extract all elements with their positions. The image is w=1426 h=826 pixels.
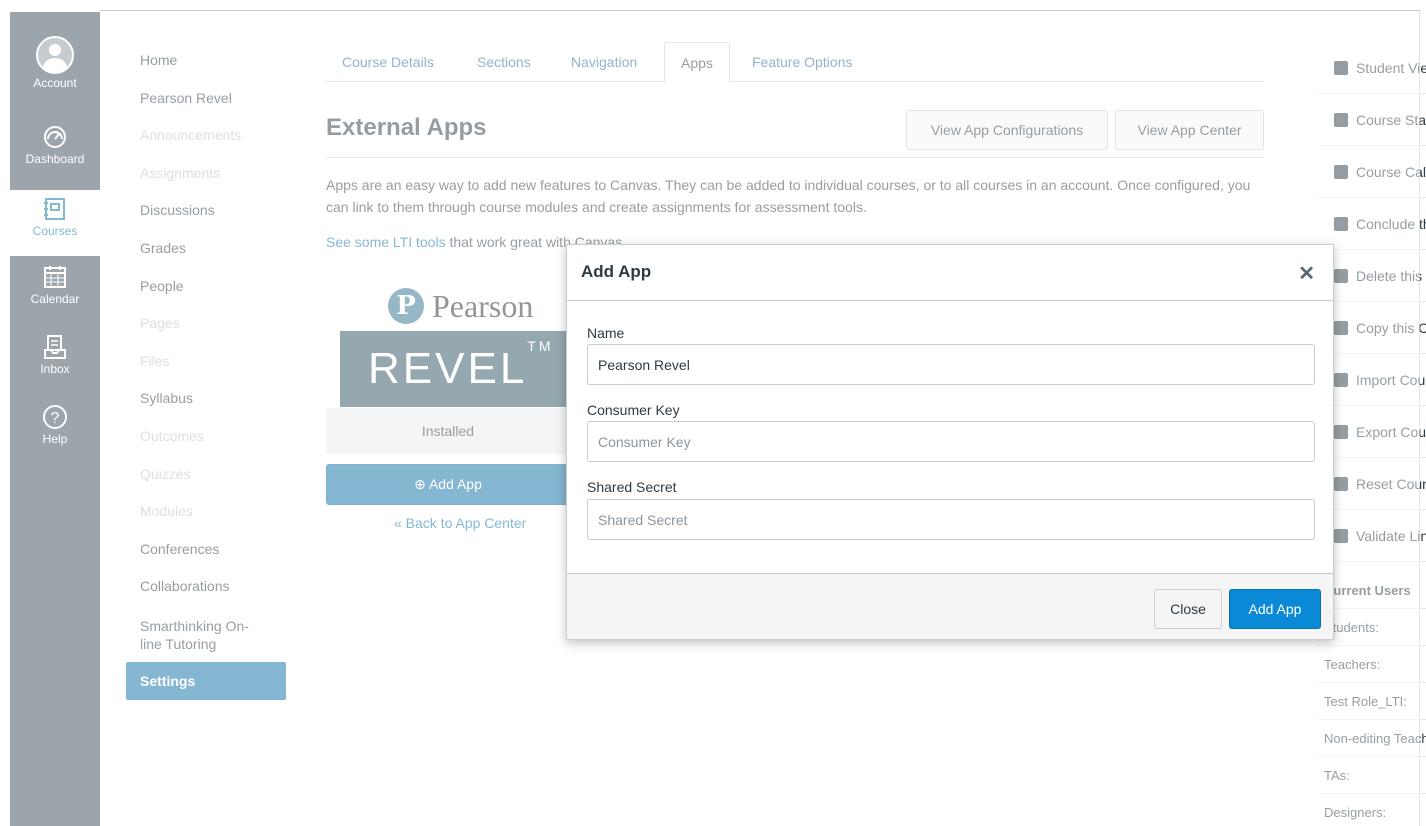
add-app-button[interactable]: Add App bbox=[1229, 589, 1321, 629]
shared-secret-label: Shared Secret bbox=[587, 479, 677, 495]
close-button[interactable]: Close bbox=[1154, 589, 1222, 629]
consumer-key-input[interactable] bbox=[587, 421, 1315, 462]
name-label: Name bbox=[587, 325, 625, 341]
modal-footer: Close Add App bbox=[567, 573, 1333, 639]
shared-secret-input[interactable] bbox=[587, 499, 1315, 540]
add-app-modal: Add App ✕ Name Consumer Key Shared Secre… bbox=[566, 244, 1334, 640]
modal-title: Add App bbox=[581, 262, 652, 281]
app-window: Account Dashboard Courses bbox=[0, 0, 1426, 826]
modal-header: Add App ✕ bbox=[567, 245, 1333, 301]
name-input[interactable] bbox=[587, 344, 1315, 385]
close-icon[interactable]: ✕ bbox=[1298, 261, 1315, 286]
frame-border-top bbox=[100, 10, 1420, 11]
consumer-key-label: Consumer Key bbox=[587, 402, 680, 418]
